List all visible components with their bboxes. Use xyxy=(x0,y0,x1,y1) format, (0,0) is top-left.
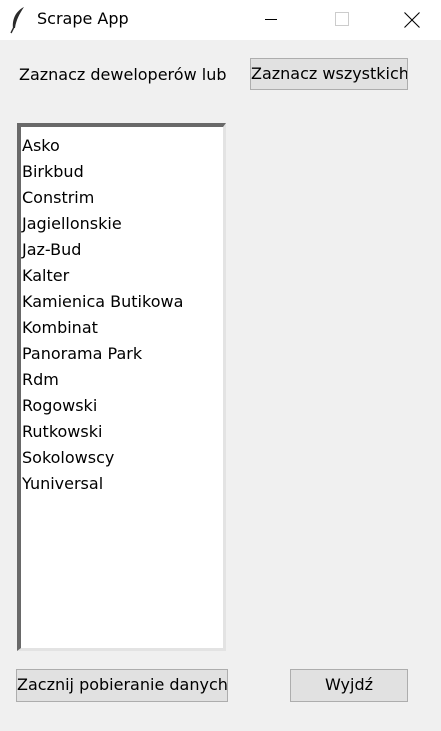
list-item[interactable]: Jagiellonskie xyxy=(22,211,223,237)
minimize-icon xyxy=(265,19,277,20)
list-item[interactable]: Rutkowski xyxy=(22,419,223,445)
list-item[interactable]: Rogowski xyxy=(22,393,223,419)
window-title: Scrape App xyxy=(37,9,129,28)
maximize-button[interactable] xyxy=(318,0,364,40)
list-item[interactable]: Rdm xyxy=(22,367,223,393)
list-item[interactable]: Asko xyxy=(22,133,223,159)
select-prompt-label: Zaznacz deweloperów lub xyxy=(19,65,227,84)
exit-button[interactable]: Wyjdź xyxy=(290,669,408,702)
list-item[interactable]: Panorama Park xyxy=(22,341,223,367)
list-item[interactable]: Kamienica Butikowa xyxy=(22,289,223,315)
list-item[interactable]: Jaz-Bud xyxy=(22,237,223,263)
maximize-icon xyxy=(335,12,349,26)
list-item[interactable]: Yuniversal xyxy=(22,471,223,497)
developer-list: Asko Birkbud Constrim Jagiellonskie Jaz-Bud K… xyxy=(21,127,223,497)
feather-icon xyxy=(10,6,26,34)
list-item[interactable]: Kalter xyxy=(22,263,223,289)
title-bar[interactable]: Scrape App xyxy=(0,0,441,40)
close-icon xyxy=(404,12,420,28)
list-item[interactable]: Constrim xyxy=(22,185,223,211)
list-item[interactable]: Kombinat xyxy=(22,315,223,341)
close-button[interactable] xyxy=(387,0,433,40)
select-all-button[interactable]: Zaznacz wszystkich xyxy=(250,58,408,90)
start-download-button[interactable]: Zacznij pobieranie danych xyxy=(16,669,228,702)
minimize-button[interactable] xyxy=(248,0,294,40)
developer-listbox[interactable]: Asko Birkbud Constrim Jagiellonskie Jaz-Bud K… xyxy=(17,123,226,651)
list-item[interactable]: Birkbud xyxy=(22,159,223,185)
list-item[interactable]: Sokolowscy xyxy=(22,445,223,471)
